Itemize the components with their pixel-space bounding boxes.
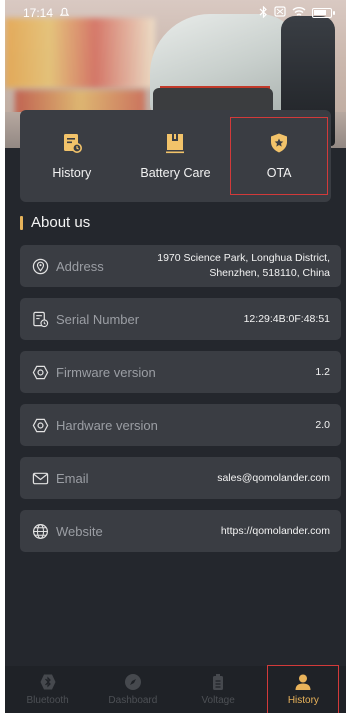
- hardware-version-value: 2.0: [315, 418, 330, 431]
- serial-number-row: Serial Number 12:29:4B:0F:48:51: [20, 298, 341, 340]
- globe-icon: [32, 523, 49, 539]
- address-label: Address: [56, 258, 104, 274]
- nav-label-history: History: [287, 695, 319, 706]
- nav-tab-dashboard[interactable]: Dashboard: [98, 666, 168, 713]
- ota-action-label: OTA: [266, 166, 292, 180]
- ota-action-button[interactable]: OTA: [230, 117, 329, 195]
- phone-screen: 17:14 History Battery Care OTA About us …: [5, 0, 346, 713]
- user-profile-icon: [295, 674, 311, 690]
- address-line-2: Shenzhen, 518110, China: [209, 267, 330, 279]
- serial-number-value: 12:29:4B:0F:48:51: [243, 312, 330, 325]
- nav-label-voltage: Voltage: [201, 695, 235, 706]
- about-us-heading: About us: [20, 214, 90, 231]
- battery-icon: [312, 8, 335, 18]
- sim-status-icon: [274, 6, 286, 20]
- bluetooth-icon: [40, 674, 56, 690]
- firmware-hexagon-icon: [32, 365, 49, 379]
- email-value[interactable]: sales@qomolander.com: [217, 471, 330, 486]
- website-value[interactable]: https://qomolander.com: [221, 524, 330, 539]
- serial-document-icon: [33, 311, 49, 327]
- firmware-version-label: Firmware version: [56, 364, 156, 380]
- bluetooth-status-icon: [259, 5, 268, 21]
- hardware-version-row: Hardware version 2.0: [20, 404, 341, 446]
- quick-actions-card: History Battery Care OTA: [20, 110, 331, 202]
- website-row[interactable]: Website https://qomolander.com: [20, 510, 341, 552]
- history-action-label: History: [52, 166, 92, 180]
- location-icon: [32, 258, 49, 274]
- bottom-navigation: Bluetooth Dashboard Voltage History: [5, 665, 346, 713]
- hardware-version-label: Hardware version: [56, 417, 158, 433]
- battery-care-action-button[interactable]: Battery Care: [127, 118, 223, 194]
- history-action-button[interactable]: History: [24, 118, 120, 194]
- dashboard-compass-icon: [124, 674, 141, 690]
- wifi-icon: [292, 6, 306, 20]
- status-bar: 17:14: [5, 0, 346, 26]
- serial-number-label: Serial Number: [56, 311, 140, 327]
- about-info-list: Address 1970 Science Park, Longhua Distr…: [20, 245, 341, 563]
- battery-care-action-label: Battery Care: [140, 166, 211, 180]
- firmware-version-row: Firmware version 1.2: [20, 351, 341, 393]
- nav-label-bluetooth: Bluetooth: [26, 695, 69, 706]
- alarm-icon: [59, 6, 70, 20]
- history-document-icon: [63, 134, 82, 153]
- email-label: Email: [56, 470, 89, 486]
- status-time: 17:14: [23, 6, 54, 20]
- address-value: 1970 Science Park, Longhua District, She…: [157, 251, 330, 281]
- website-label: Website: [56, 523, 103, 539]
- email-envelope-icon: [32, 472, 49, 484]
- address-row: Address 1970 Science Park, Longhua Distr…: [20, 245, 341, 287]
- heading-accent-bar: [20, 215, 23, 230]
- nav-tab-history[interactable]: History: [267, 665, 340, 713]
- nav-tab-voltage[interactable]: Voltage: [183, 666, 253, 713]
- voltage-battery-icon: [213, 674, 224, 690]
- ota-shield-star-icon: [271, 133, 288, 153]
- nav-tab-bluetooth[interactable]: Bluetooth: [13, 666, 83, 713]
- about-us-title: About us: [31, 214, 91, 231]
- hardware-hexagon-icon: [32, 418, 49, 432]
- battery-care-icon: [166, 134, 185, 154]
- firmware-version-value: 1.2: [315, 365, 330, 378]
- address-line-1: 1970 Science Park, Longhua District,: [157, 252, 330, 264]
- nav-label-dashboard: Dashboard: [108, 695, 158, 706]
- email-row[interactable]: Email sales@qomolander.com: [20, 457, 341, 499]
